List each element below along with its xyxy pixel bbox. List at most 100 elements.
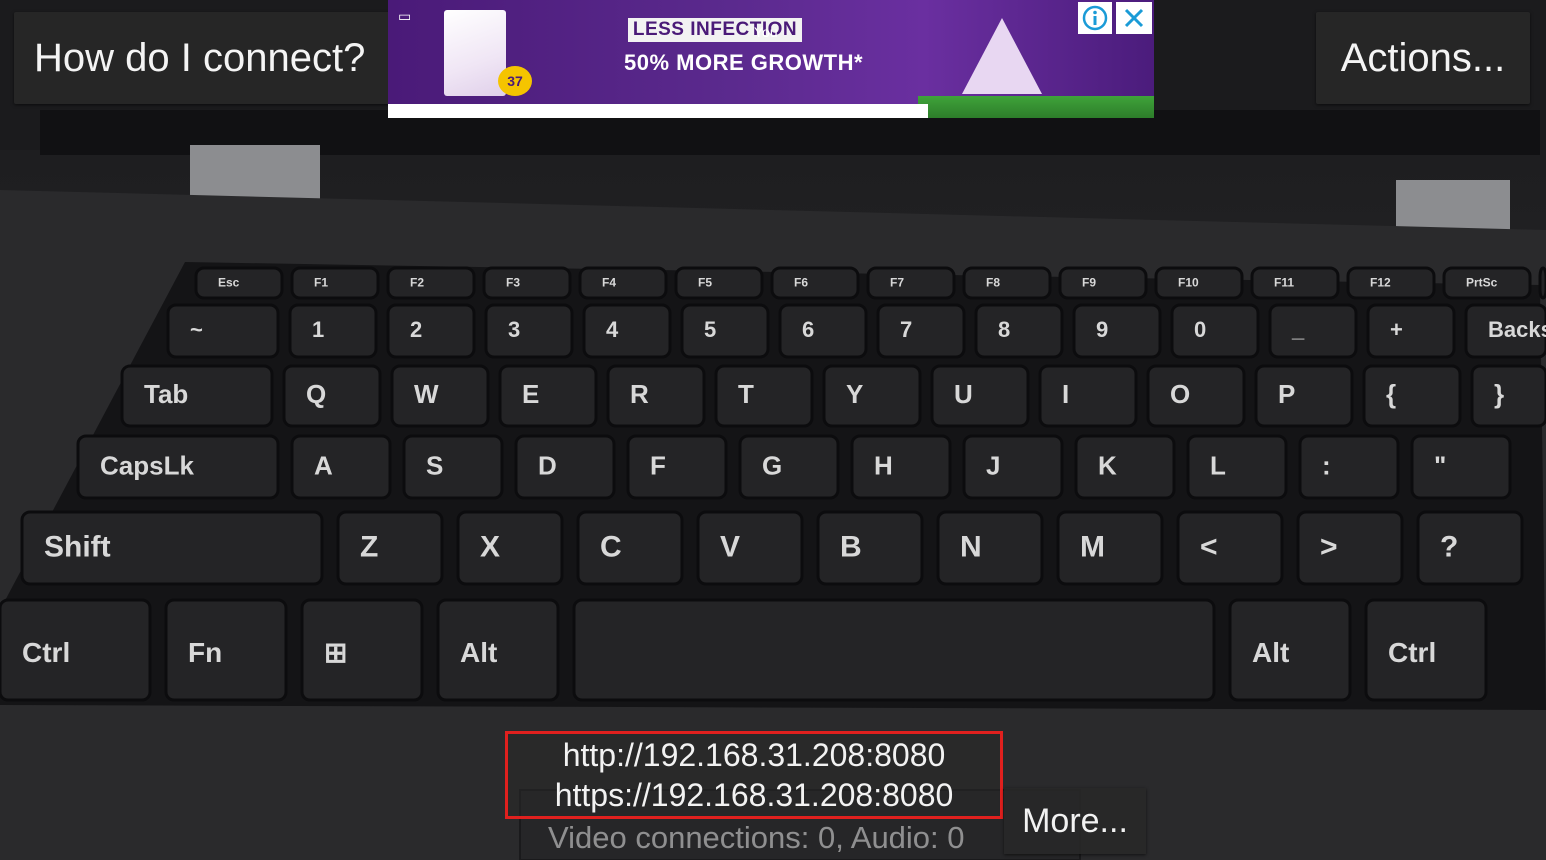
keyboard-key-label: Q bbox=[306, 379, 326, 409]
https-url[interactable]: https://192.168.31.208:8080 bbox=[555, 775, 954, 815]
keyboard-key bbox=[514, 434, 616, 500]
keyboard-key-label: R bbox=[630, 379, 649, 409]
keyboard-key-label: F4 bbox=[602, 276, 616, 290]
keyboard-key bbox=[816, 510, 924, 586]
keyboard-key bbox=[606, 364, 706, 428]
keyboard-key-label: X bbox=[480, 531, 500, 564]
keyboard-key-label: + bbox=[1390, 317, 1403, 342]
keyboard-key-label: N bbox=[960, 531, 982, 564]
keyboard-key bbox=[1176, 510, 1284, 586]
keyboard-key-label: 6 bbox=[802, 317, 814, 342]
how-do-i-connect-button[interactable]: How do I connect? bbox=[14, 12, 394, 104]
keyboard-key bbox=[402, 434, 504, 500]
keyboard-key bbox=[1146, 364, 1246, 428]
keyboard-key-label: " bbox=[1434, 450, 1446, 480]
connect-button-label: How do I connect? bbox=[34, 35, 366, 80]
keyboard-key-label: 0 bbox=[1194, 317, 1206, 342]
ad-banner[interactable]: ▭ 37 LESS INFECTION You 50% MORE GROWTH* bbox=[388, 0, 1154, 118]
keyboard-key-label: PrtSc bbox=[1466, 276, 1498, 290]
keyboard-key-label: F3 bbox=[506, 276, 520, 290]
keyboard-key bbox=[1254, 364, 1354, 428]
keyboard-key-label: Y bbox=[846, 379, 863, 409]
http-url[interactable]: http://192.168.31.208:8080 bbox=[563, 735, 946, 775]
keyboard-key-label: B bbox=[840, 531, 862, 564]
keyboard-key-label: L bbox=[1210, 450, 1226, 480]
keyboard-key-label: J bbox=[986, 450, 1000, 480]
keyboard-key bbox=[770, 266, 860, 300]
keyboard-key-label: F12 bbox=[1370, 276, 1391, 290]
keyboard-key bbox=[1410, 434, 1512, 500]
keyboard-key-label: C bbox=[600, 531, 622, 564]
keyboard-key bbox=[572, 598, 1216, 702]
keyboard-key-label: _ bbox=[1291, 317, 1305, 342]
ad-product-image bbox=[444, 10, 506, 96]
keyboard-key-label: } bbox=[1494, 379, 1504, 409]
keyboard-key bbox=[1170, 303, 1260, 359]
keyboard-key bbox=[482, 266, 572, 300]
keyboard-key bbox=[1186, 434, 1288, 500]
keyboard-key-label: V bbox=[720, 531, 740, 564]
keyboard-key bbox=[1416, 510, 1524, 586]
keyboard-key-label: F7 bbox=[890, 276, 904, 290]
ad-fineprint-strip bbox=[388, 104, 928, 118]
keyboard-key bbox=[578, 266, 668, 300]
keyboard-key bbox=[386, 303, 476, 359]
server-url-box: http://192.168.31.208:8080 https://192.1… bbox=[505, 731, 1003, 819]
keyboard-key-label: F6 bbox=[794, 276, 808, 290]
keyboard-key-label: G bbox=[762, 450, 782, 480]
keyboard-key bbox=[696, 510, 804, 586]
keyboard-key-label: K bbox=[1098, 450, 1117, 480]
keyboard-key bbox=[1074, 434, 1176, 500]
ad-graphic bbox=[962, 18, 1042, 94]
keyboard-key bbox=[962, 266, 1052, 300]
keyboard-key-label: F8 bbox=[986, 276, 1000, 290]
keyboard-key-label: P bbox=[1278, 379, 1295, 409]
actions-button[interactable]: Actions... bbox=[1316, 12, 1530, 104]
keyboard-key-label: Fn bbox=[188, 637, 222, 668]
keyboard-key-label: F9 bbox=[1082, 276, 1096, 290]
keyboard-key bbox=[1228, 598, 1352, 702]
keyboard-key bbox=[166, 303, 280, 359]
info-icon[interactable] bbox=[1078, 2, 1112, 34]
keyboard-key bbox=[850, 434, 952, 500]
keyboard-key-label: 1 bbox=[312, 317, 324, 342]
keyboard-key-label: F bbox=[650, 450, 666, 480]
close-icon[interactable] bbox=[1116, 2, 1152, 34]
keyboard-key bbox=[1072, 303, 1162, 359]
ad-logo-icon: ▭ bbox=[398, 8, 412, 24]
keyboard-key-label: ~ bbox=[190, 317, 203, 342]
ad-subheadline: 50% MORE GROWTH* bbox=[624, 50, 864, 75]
keyboard-key-label: Backsp bbox=[1488, 317, 1546, 342]
keyboard-key-label: F2 bbox=[410, 276, 424, 290]
keyboard-key-label: U bbox=[954, 379, 973, 409]
keyboard-key-label: E bbox=[522, 379, 539, 409]
keyboard-key bbox=[1366, 303, 1456, 359]
keyboard-key-label: I bbox=[1062, 379, 1069, 409]
keyboard-key bbox=[1056, 510, 1164, 586]
keyboard-key-label: > bbox=[1320, 531, 1338, 564]
keyboard-key bbox=[290, 434, 392, 500]
actions-button-label: Actions... bbox=[1340, 35, 1506, 80]
keyboard-key-label: 9 bbox=[1096, 317, 1108, 342]
keyboard-key bbox=[282, 364, 382, 428]
keyboard-key bbox=[1470, 364, 1546, 428]
ad-overlay-text: You bbox=[754, 24, 778, 40]
keyboard-key-label: H bbox=[874, 450, 893, 480]
keyboard-key-label: ? bbox=[1440, 531, 1458, 564]
keyboard-key-label: S bbox=[426, 450, 443, 480]
keyboard-key-label: ⊞ bbox=[324, 637, 347, 668]
keyboard-key-label: 5 bbox=[704, 317, 716, 342]
keyboard-key bbox=[576, 510, 684, 586]
keyboard-key bbox=[1250, 266, 1340, 300]
keyboard-key bbox=[582, 303, 672, 359]
keyboard-key bbox=[386, 266, 476, 300]
keyboard-key-label: M bbox=[1080, 531, 1105, 564]
keyboard-key-label: W bbox=[414, 379, 439, 409]
keyboard-key bbox=[436, 598, 560, 702]
keyboard-key-label: { bbox=[1386, 379, 1396, 409]
keyboard-key bbox=[1298, 434, 1400, 500]
keyboard-key bbox=[300, 598, 424, 702]
keyboard-key-label: Alt bbox=[1252, 637, 1289, 668]
keyboard-key bbox=[974, 303, 1064, 359]
more-button[interactable]: More... bbox=[1004, 788, 1146, 854]
